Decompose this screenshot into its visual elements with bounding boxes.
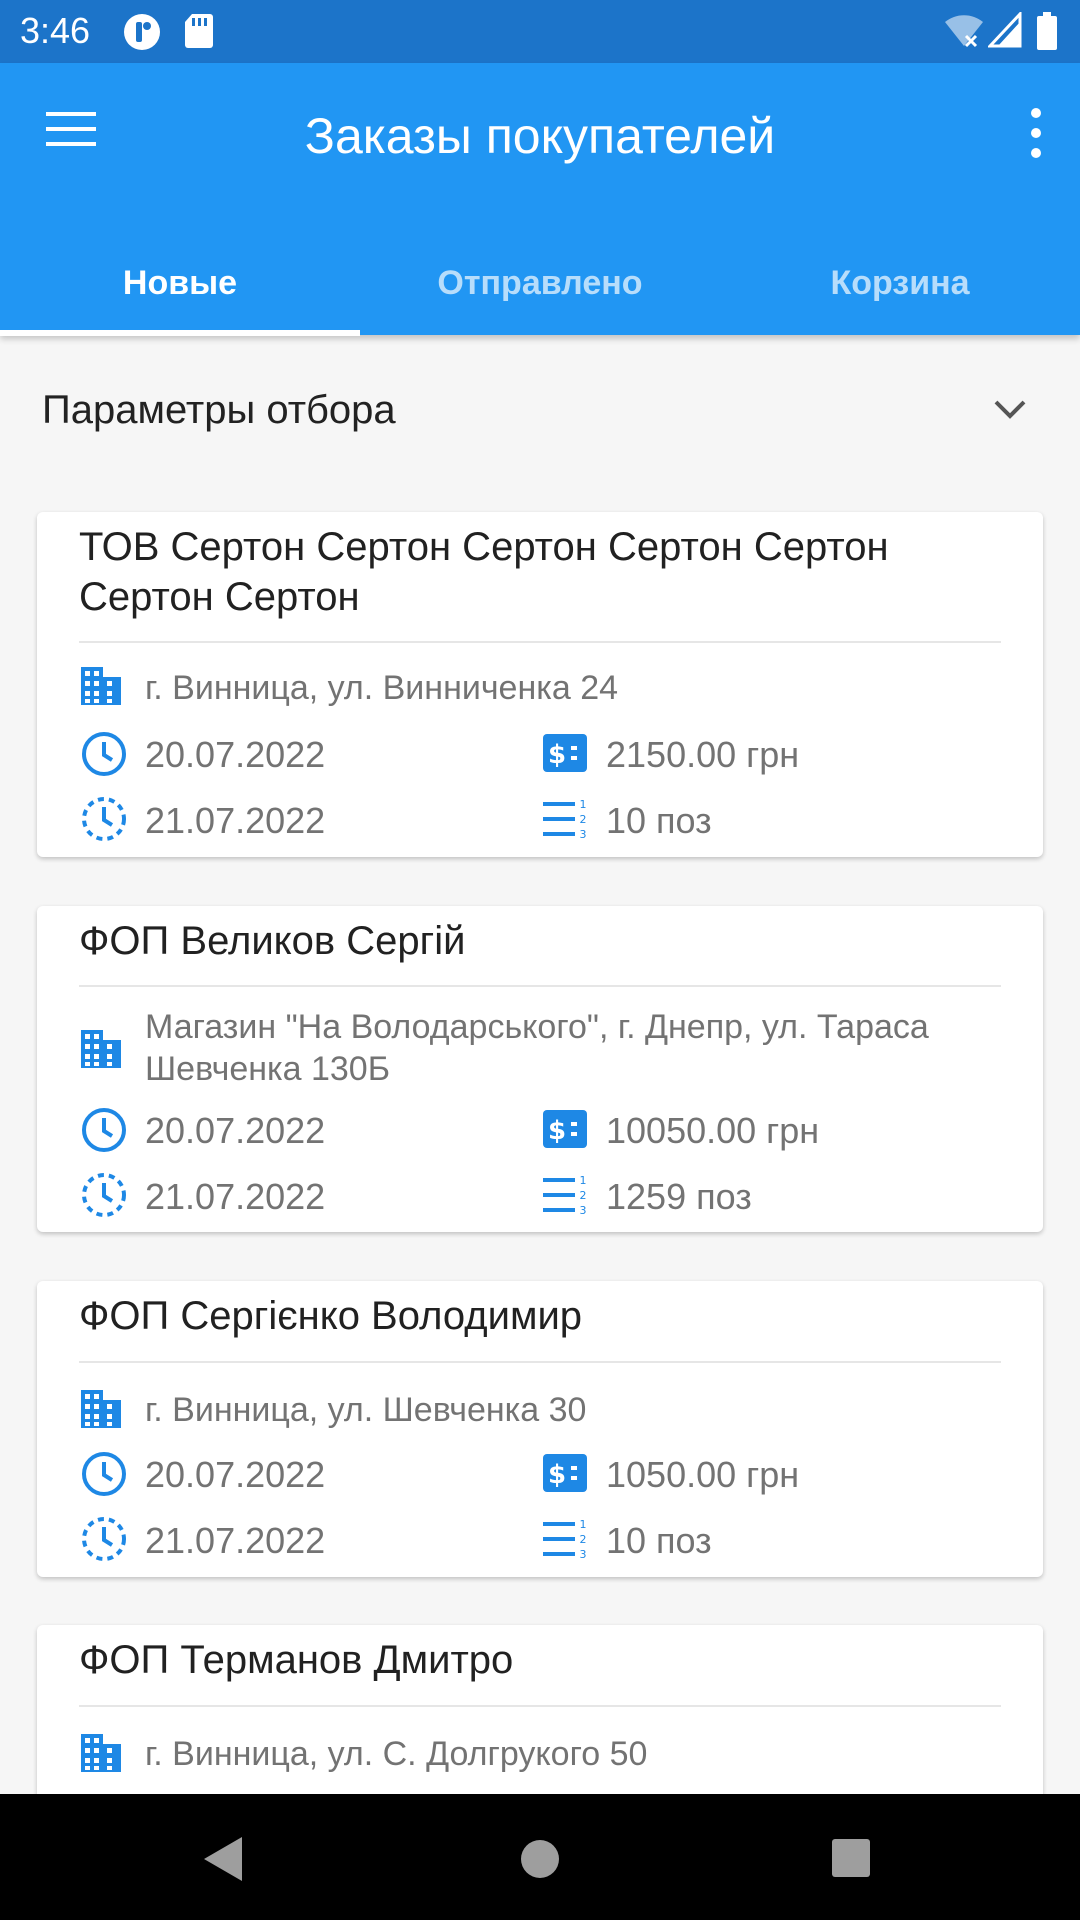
money-icon: $: [543, 1454, 587, 1492]
svg-text:$: $: [548, 1460, 566, 1490]
building-icon: [81, 1030, 121, 1068]
svg-text:2: 2: [580, 1189, 587, 1202]
address: Магазин "На Володарського", г. Днепр, ул…: [145, 1008, 929, 1088]
clock-icon: [82, 732, 126, 776]
date-created: 20.07.2022: [145, 734, 326, 775]
tab-bar: Новые Отправлено Корзина: [0, 233, 1080, 336]
tab-new[interactable]: Новые: [0, 233, 360, 336]
svg-text:3: 3: [580, 828, 587, 840]
filter-label: Параметры отбора: [42, 388, 396, 432]
date-created: 20.07.2022: [145, 1454, 326, 1495]
date-shipped: 21.07.2022: [145, 800, 326, 841]
card-divider: [79, 985, 1001, 987]
numbered-list-icon: 1 2 3: [543, 798, 587, 840]
address: г. Винница, ул. Винниченка 24: [145, 669, 619, 707]
order-amount: 10050.00 грн: [606, 1110, 820, 1151]
cell-signal-icon: [988, 12, 1022, 48]
order-card[interactable]: ФОП Сергієнко Володимир г. Винница, ул. …: [37, 1281, 1043, 1577]
money-icon: $: [543, 734, 587, 772]
numbered-list-icon: 1 2 3: [543, 1518, 587, 1560]
numbered-list-icon: 1 2 3: [543, 1174, 587, 1216]
recents-icon[interactable]: [830, 1837, 872, 1879]
filter-params-toggle[interactable]: Параметры отбора: [0, 360, 1080, 465]
positions-count: 1259 поз: [606, 1176, 752, 1217]
svg-text:2: 2: [580, 1533, 587, 1546]
svg-text:1: 1: [580, 798, 587, 811]
positions-count: 10 поз: [606, 1520, 712, 1561]
address: г. Винница, ул. С. Долгрукого 50: [145, 1735, 648, 1773]
clock-dashed-icon: [82, 1173, 126, 1217]
more-vert-icon[interactable]: [1000, 103, 1060, 163]
customer-name: ФОП Великов Сергій: [79, 919, 466, 963]
customer-name: ФОП Сергієнко Володимир: [79, 1294, 583, 1338]
card-divider: [79, 1705, 1001, 1707]
svg-text:2: 2: [580, 813, 587, 826]
date-created: 20.07.2022: [145, 1110, 326, 1151]
system-nav-bar: [0, 1794, 1080, 1920]
money-icon: $: [543, 1110, 587, 1148]
clock-icon: [82, 1452, 126, 1496]
building-icon: [81, 1734, 121, 1772]
wifi-off-icon: [945, 15, 983, 48]
svg-text:3: 3: [580, 1548, 587, 1560]
date-shipped: 21.07.2022: [145, 1176, 326, 1217]
battery-icon: [1037, 12, 1057, 50]
date-shipped: 21.07.2022: [145, 1520, 326, 1561]
order-amount: 1050.00 грн: [606, 1454, 800, 1495]
tab-trash[interactable]: Корзина: [720, 233, 1080, 335]
order-card[interactable]: ТОВ Сертон Сертон Сертон Сертон Сертон С…: [37, 512, 1043, 857]
page-title: Заказы покупателей: [304, 108, 776, 164]
clock-icon: [82, 1108, 126, 1152]
svg-text:1: 1: [580, 1174, 587, 1187]
order-card[interactable]: ФОП Великов Сергій Магазин "На Володарсь…: [37, 906, 1043, 1232]
card-divider: [79, 1361, 1001, 1363]
status-bar: 3:46: [0, 0, 1080, 63]
svg-text:1: 1: [580, 1518, 587, 1531]
clock-dashed-icon: [82, 1517, 126, 1561]
home-icon[interactable]: [518, 1837, 562, 1881]
positions-count: 10 поз: [606, 800, 712, 841]
svg-text:$: $: [548, 740, 566, 770]
building-icon: [81, 1390, 121, 1428]
address: г. Винница, ул. Шевченка 30: [145, 1391, 587, 1429]
clock-dashed-icon: [82, 797, 126, 841]
card-divider: [79, 641, 1001, 643]
status-time: 3:46: [20, 10, 91, 51]
svg-text:$: $: [548, 1116, 566, 1146]
order-amount: 2150.00 грн: [606, 734, 800, 775]
svg-text:3: 3: [580, 1204, 587, 1216]
customer-name: ФОП Терманов Дмитро: [79, 1638, 514, 1682]
sd-card-icon: [185, 14, 213, 48]
app-bar: Заказы покупателей Новые Отправлено Корз…: [0, 63, 1080, 336]
notification-icon: [124, 14, 160, 50]
building-icon: [81, 667, 121, 705]
tab-sent[interactable]: Отправлено: [360, 233, 720, 335]
chevron-down-icon: [994, 400, 1026, 419]
back-icon[interactable]: [200, 1834, 248, 1884]
customer-name: ТОВ Сертон Сертон Сертон Сертон Сертон С…: [79, 525, 889, 619]
